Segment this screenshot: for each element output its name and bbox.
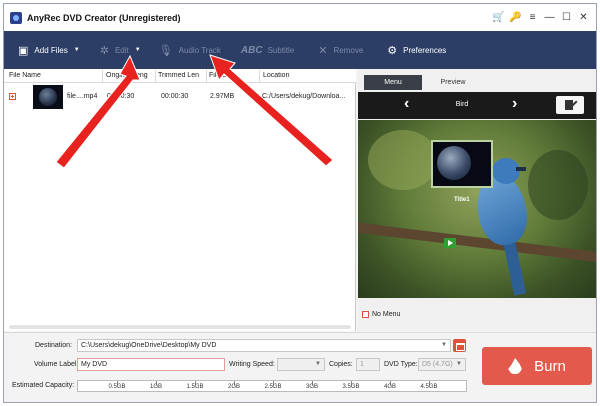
horizontal-scrollbar[interactable]: [9, 325, 351, 329]
destination-label: Destination:: [35, 342, 72, 349]
menu-template-navbar: ‹ Bird ›: [358, 92, 596, 119]
preferences-label: Preferences: [403, 45, 447, 55]
window-controls: 🛒 🔑 ≡ — ☐ ✕: [490, 4, 592, 31]
chevron-down-icon[interactable]: ▼: [315, 359, 321, 370]
destination-field[interactable]: C:\Users\dekug\OneDrive\Desktop\My DVD ▼: [77, 339, 451, 352]
chevron-down-icon[interactable]: ▼: [135, 47, 141, 53]
add-files-button[interactable]: ▣ Add Files ▼: [12, 31, 86, 69]
add-files-label: Add Files: [34, 45, 68, 55]
branch-image: [358, 221, 596, 265]
volume-label-input[interactable]: My DVD: [77, 358, 225, 371]
remove-label: Remove: [333, 45, 364, 55]
copies-stepper[interactable]: 1: [356, 358, 380, 371]
key-icon[interactable]: 🔑: [507, 12, 524, 23]
preview-tabs: Menu Preview: [358, 75, 596, 90]
chevron-down-icon[interactable]: ▼: [74, 47, 80, 53]
writing-speed-select[interactable]: ▼: [277, 358, 325, 371]
capacity-tick: 3GB: [305, 384, 319, 390]
microphone-icon: 🎙: [158, 44, 173, 57]
file-name-cell: file....mp4: [67, 93, 98, 100]
capacity-tick: 1.5GB: [186, 384, 204, 390]
next-template-icon[interactable]: ›: [512, 95, 517, 113]
preferences-button[interactable]: ⚙ Preferences: [381, 31, 452, 69]
tab-preview[interactable]: Preview: [424, 75, 482, 90]
edit-button[interactable]: ✲ Edit ▼: [94, 31, 147, 69]
preview-panel: Menu Preview ‹ Bird › Title1 No Menu: [358, 69, 596, 331]
audio-track-label: Audio Track: [178, 45, 221, 55]
capacity-tick: 4.5GB: [420, 384, 438, 390]
column-file-name[interactable]: File Name: [9, 72, 69, 79]
column-original-length[interactable]: Original Leng: [106, 72, 154, 79]
capacity-tick: 2GB: [227, 384, 241, 390]
column-file-size[interactable]: File Size: [209, 72, 259, 79]
copies-label: Copies:: [329, 361, 353, 368]
file-size-cell: 2.97MB: [210, 93, 235, 100]
original-length-cell: 00:00:30: [107, 93, 135, 100]
template-name: Bird: [455, 101, 469, 108]
play-icon[interactable]: [444, 238, 456, 248]
table-row[interactable]: file....mp4 00:00:30 00:00:30 2.97MB C:/…: [4, 83, 356, 111]
file-list-header: File Name Original Leng Trimmed Len File…: [4, 69, 356, 83]
capacity-tick: 0.5GB: [108, 384, 126, 390]
menu-preview-canvas: Title1: [358, 120, 596, 298]
writing-speed-label: Writing Speed:: [229, 361, 275, 368]
subtitle-abc-icon: ABC: [240, 44, 263, 56]
folder-icon[interactable]: [453, 339, 466, 352]
app-window: AnyRec DVD Creator (Unregistered) 🛒 🔑 ≡ …: [3, 3, 597, 403]
dvd-type-select[interactable]: D5 (4.7G) ▼: [418, 358, 466, 371]
location-cell: C:/Users/dekug/Downloa...: [262, 93, 346, 100]
close-button[interactable]: ✕: [575, 12, 592, 23]
subtitle-label: Subtitle: [267, 45, 295, 55]
burn-label: Burn: [534, 357, 566, 375]
toolbar: ▣ Add Files ▼ ✲ Edit ▼ 🎙 Audio Track ABC…: [4, 31, 596, 69]
trimmed-length-cell: 00:00:30: [161, 93, 189, 100]
column-location[interactable]: Location: [263, 72, 343, 79]
no-menu-checkbox[interactable]: [362, 311, 369, 318]
edit-icon: ✲: [99, 44, 109, 57]
no-menu-label: No Menu: [372, 311, 401, 318]
audio-track-button[interactable]: 🎙 Audio Track: [153, 31, 227, 69]
window-title: AnyRec DVD Creator (Unregistered): [27, 12, 181, 23]
tab-menu[interactable]: Menu: [364, 75, 422, 90]
expand-icon[interactable]: [9, 93, 16, 100]
capacity-tick: 2.5GB: [264, 384, 282, 390]
capacity-tick: 4GB: [383, 384, 397, 390]
output-settings-panel: Destination: C:\Users\dekug\OneDrive\Des…: [4, 332, 596, 402]
capacity-bar: 0.5GB 1GB 1.5GB 2GB 2.5GB 3GB 3.5GB 4GB …: [77, 380, 467, 392]
capacity-tick: 3.5GB: [342, 384, 360, 390]
dvd-type-label: DVD Type:: [384, 361, 418, 368]
maximize-button[interactable]: ☐: [558, 12, 575, 23]
no-menu-option[interactable]: No Menu: [362, 311, 400, 318]
cart-icon[interactable]: 🛒: [490, 12, 507, 23]
burn-button[interactable]: Burn: [482, 347, 592, 385]
menu-icon[interactable]: ≡: [524, 12, 541, 23]
remove-button[interactable]: ✕ Remove: [312, 31, 369, 69]
preferences-gear-icon: ⚙: [387, 44, 398, 57]
video-thumbnail: [33, 85, 63, 109]
column-trimmed-length[interactable]: Trimmed Len: [158, 72, 204, 79]
remove-icon: ✕: [318, 44, 328, 57]
chevron-down-icon[interactable]: ▼: [456, 359, 462, 370]
subtitle-button[interactable]: ABC Subtitle: [235, 31, 300, 69]
add-files-icon: ▣: [18, 44, 29, 57]
capacity-tick: 1GB: [149, 384, 163, 390]
file-list-panel: File Name Original Leng Trimmed Len File…: [4, 69, 356, 331]
menu-title-thumbnail[interactable]: [431, 140, 493, 188]
minimize-button[interactable]: —: [541, 12, 558, 23]
volume-label: Volume Label:: [34, 361, 79, 368]
menu-title-label[interactable]: Title1: [454, 197, 470, 203]
estimated-capacity-label: Estimated Capacity:: [12, 382, 75, 389]
title-bar: AnyRec DVD Creator (Unregistered) 🛒 🔑 ≡ …: [4, 4, 596, 31]
edit-menu-button[interactable]: [556, 96, 584, 114]
flame-icon: [508, 358, 523, 374]
edit-label: Edit: [114, 45, 129, 55]
chevron-down-icon[interactable]: ▼: [441, 340, 447, 351]
app-logo-icon: [10, 11, 22, 24]
